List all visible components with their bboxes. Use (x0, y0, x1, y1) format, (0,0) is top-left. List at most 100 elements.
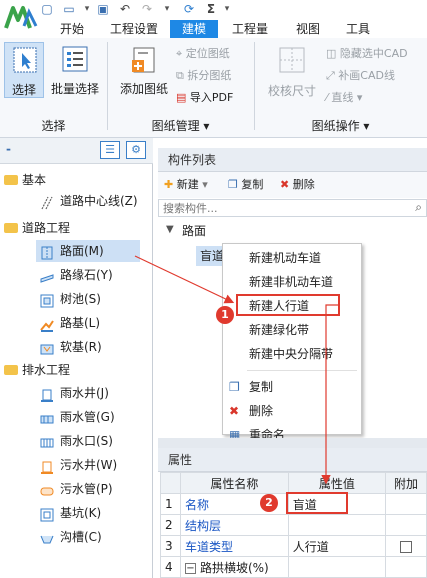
tab-view[interactable]: 视图 (290, 20, 326, 38)
menu-item-label: 删除 (249, 404, 274, 418)
split-drawing-button[interactable]: ⧉ 拆分图纸 (176, 66, 231, 86)
tree-item-rain-pipe[interactable]: 雨水管(G) (40, 406, 115, 428)
property-value[interactable] (287, 556, 387, 578)
dropdown-icon[interactable]: ▾ (160, 2, 174, 16)
draw-cad-line-label: 补画CAD线 (338, 69, 395, 82)
check-size-icon (279, 47, 305, 73)
tree-item-rain-inlet[interactable]: 雨水口(S) (40, 430, 113, 452)
locate-icon: ⌖ (176, 47, 186, 60)
group-label-drawing-ops[interactable]: 图纸操作 ▾ (254, 117, 427, 134)
batch-select-label: 批量选择 (50, 82, 99, 96)
redo-icon[interactable]: ↷ (140, 2, 154, 16)
rain-pipe-icon (40, 411, 54, 425)
group-label-drawing-mgmt[interactable]: 图纸管理 ▾ (107, 117, 254, 134)
check-size-button[interactable]: 校核尺寸 (262, 42, 322, 102)
tree-category-road[interactable]: 道路工程 (4, 218, 70, 238)
rain-well-icon (40, 387, 54, 402)
tree-item-sewage-pipe[interactable]: 污水管(P) (40, 478, 113, 500)
chevron-down-icon: ▾ (199, 119, 210, 133)
new-icon: ✚ (164, 178, 177, 191)
checkbox[interactable] (400, 540, 413, 553)
dropdown-icon[interactable]: ▾ (80, 2, 94, 16)
property-name: 车道类型 (179, 535, 289, 557)
tree-item-rain-well[interactable]: 雨水井(J) (40, 382, 109, 404)
new-component-button[interactable]: ✚ 新建 ▾ (164, 175, 208, 195)
property-value[interactable] (287, 514, 387, 536)
tab-tools[interactable]: 工具 (340, 20, 376, 38)
row-num-header (160, 472, 181, 494)
tree-category-label: 基本 (22, 173, 47, 187)
locate-drawing-button[interactable]: ⌖ 定位图纸 (176, 44, 230, 64)
property-value[interactable]: 人行道 (287, 535, 387, 557)
row-number: 3 (160, 535, 181, 557)
tree-item-label: 树池(S) (60, 292, 101, 306)
open-folder-icon[interactable]: ▭ (62, 2, 76, 16)
menu-item-copy[interactable]: ❐ 复制 (223, 375, 361, 399)
tree-category-basic[interactable]: 基本 (4, 170, 46, 190)
search-input[interactable] (159, 200, 399, 216)
menu-item-new-green-belt[interactable]: 新建绿化带 (223, 318, 361, 342)
draw-cad-line-button[interactable]: ⤢ 补画CAD线 (326, 66, 395, 86)
undo-icon[interactable]: ↶ (118, 2, 132, 16)
delete-component-button[interactable]: ✖ 删除 (280, 175, 315, 195)
column-header: 属性值 (287, 472, 387, 494)
add-drawing-icon (132, 47, 155, 73)
tree-item-label: 道路中心线(Z) (60, 194, 138, 208)
menu-item-new-motor-lane[interactable]: 新建机动车道 (223, 246, 361, 270)
select-button[interactable]: 选择 (4, 42, 44, 98)
new-file-icon[interactable]: ▢ (40, 2, 54, 16)
tab-project-settings[interactable]: 工程设置 (106, 20, 162, 38)
tree-item-road-centerline[interactable]: 道路中心线(Z) (40, 190, 138, 212)
tree-item-curb[interactable]: 路缘石(Y) (40, 264, 113, 286)
add-drawing-button[interactable]: 添加图纸 (116, 42, 172, 98)
straight-line-button[interactable]: ⁄ 直线 ▾ (326, 88, 362, 108)
tree-item-trench[interactable]: 沟槽(C) (40, 526, 102, 548)
search-box[interactable]: ⌕ (158, 199, 427, 217)
tree-item-label: 基坑(K) (60, 506, 102, 520)
copy-label: 复制 (241, 178, 264, 191)
menu-item-new-nonmotor-lane[interactable]: 新建非机动车道 (223, 270, 361, 294)
collapse-icon[interactable]: − (184, 562, 196, 574)
menu-item-new-median[interactable]: 新建中央分隔带 (223, 342, 361, 366)
dropdown-icon[interactable]: ▾ (220, 2, 234, 16)
tree-item-label: 雨水管(G) (60, 410, 115, 424)
pavement-icon (40, 245, 54, 259)
rain-inlet-icon (40, 435, 54, 449)
tree-item-label: 路面(M) (60, 244, 104, 258)
import-pdf-button[interactable]: ▤ 导入PDF (176, 88, 233, 108)
tab-start[interactable]: 开始 (54, 20, 90, 38)
sync-icon[interactable]: ⟳ (182, 2, 196, 16)
foundation-pit-icon (40, 507, 54, 521)
collapse-icon[interactable]: ‑ (6, 142, 11, 156)
search-icon[interactable]: ⌕ (415, 200, 422, 215)
hide-cad-button[interactable]: ◫ 隐藏选中CAD (326, 44, 408, 64)
folder-icon (4, 364, 18, 375)
tree-category-drainage[interactable]: 排水工程 (4, 360, 70, 380)
settings-view-icon[interactable]: ⚙ (126, 141, 146, 159)
tree-item-sewage-well[interactable]: 污水井(W) (40, 454, 117, 476)
tree-item-subgrade[interactable]: 路基(L) (40, 312, 100, 334)
properties-table: 属性名称 属性值 附加 1 名称 盲道 2 结构层 3 车道类型 人行道 4 −… (160, 472, 427, 578)
sum-icon[interactable]: Σ (204, 2, 218, 16)
tree-item-foundation-pit[interactable]: 基坑(K) (40, 502, 101, 524)
select-cursor-icon (13, 47, 37, 73)
menu-item-delete[interactable]: ✖ 删除 (223, 399, 361, 423)
sewage-well-icon (40, 459, 54, 474)
copy-component-button[interactable]: ❐ 复制 (228, 175, 263, 195)
batch-select-button[interactable]: 批量选择 (48, 42, 102, 98)
tree-item-pavement[interactable]: 路面(M) (40, 240, 104, 262)
add-drawing-label: 添加图纸 (119, 82, 168, 96)
expand-arrow-icon[interactable]: ▼ (166, 224, 174, 235)
save-icon[interactable]: ▣ (96, 2, 110, 16)
check-size-label: 校核尺寸 (267, 84, 316, 98)
tab-modeling[interactable]: 建模 (170, 20, 218, 38)
tree-item-label: 软基(R) (60, 340, 102, 354)
tab-quantity[interactable]: 工程量 (228, 20, 272, 38)
column-header: 属性名称 (179, 472, 289, 494)
list-view-icon[interactable]: ☰ (100, 141, 120, 159)
tree-item-tree-pit[interactable]: 树池(S) (40, 288, 101, 310)
group-label-select: 选择 (41, 119, 66, 133)
panel-splitter[interactable] (158, 438, 427, 448)
menu-item-label: 复制 (249, 380, 274, 394)
tree-item-soft-base[interactable]: 软基(R) (40, 336, 102, 358)
